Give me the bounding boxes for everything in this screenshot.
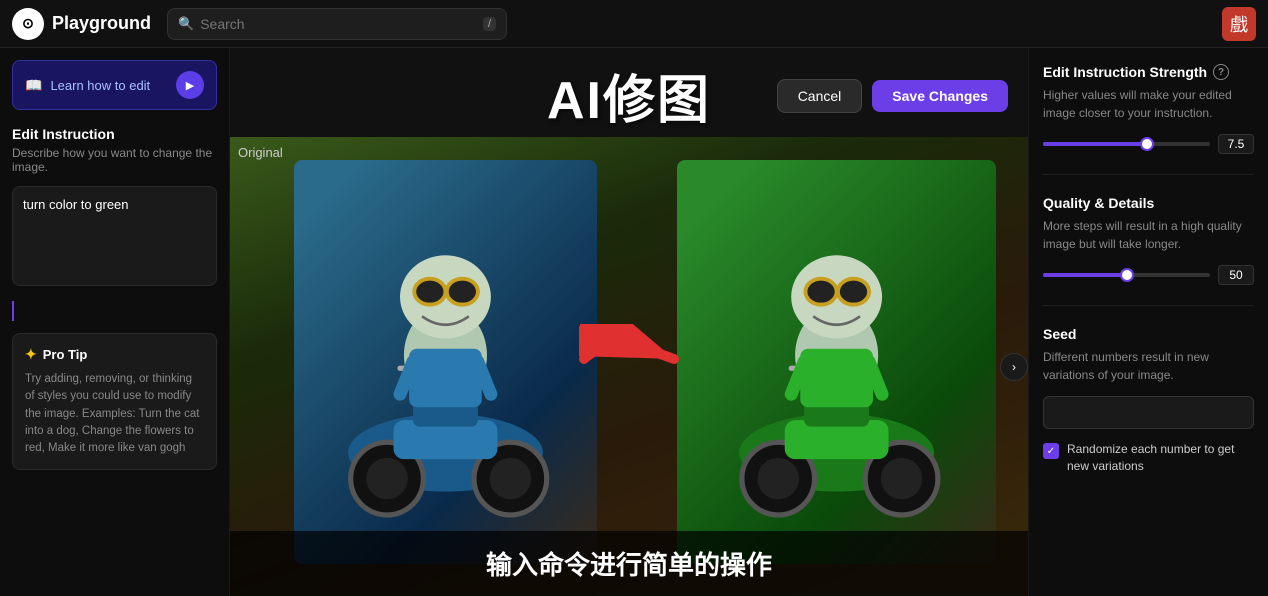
image-container: Original	[230, 137, 1028, 596]
canvas-area: AI修图 Cancel Save Changes Original	[230, 48, 1028, 596]
search-icon: 🔍	[178, 16, 194, 32]
book-icon: 📖	[25, 77, 42, 94]
strength-slider-row: 7.5	[1043, 134, 1254, 154]
canvas-title: AI修图	[547, 58, 711, 133]
play-icon: ▶	[176, 71, 204, 99]
top-navigation: ⊙ Playground 🔍 / 戲	[0, 0, 1268, 48]
divider-2	[1043, 305, 1254, 306]
arrow-overlay	[579, 321, 679, 413]
seed-input[interactable]	[1043, 396, 1254, 429]
seed-title: Seed	[1043, 326, 1254, 342]
pro-tip-text: Try adding, removing, or thinking of sty…	[25, 371, 204, 457]
frog-blue-svg	[309, 180, 582, 544]
strength-desc: Higher values will make your edited imag…	[1043, 86, 1254, 122]
strength-slider-fill	[1043, 142, 1147, 146]
canvas-header: AI修图 Cancel Save Changes	[230, 48, 1028, 137]
cancel-button[interactable]: Cancel	[777, 79, 863, 113]
quality-slider-row: 50	[1043, 265, 1254, 285]
randomize-row: ✓ Randomize each number to get new varia…	[1043, 441, 1254, 475]
quality-slider-thumb[interactable]	[1120, 268, 1134, 282]
randomize-label: Randomize each number to get new variati…	[1067, 441, 1254, 475]
logo: ⊙ Playground	[12, 8, 151, 40]
strength-slider-track[interactable]	[1043, 142, 1210, 146]
bottom-caption: 输入命令进行简单的操作	[230, 531, 1028, 596]
left-image-blue	[294, 160, 597, 564]
right-panel: Edit Instruction Strength ? Higher value…	[1028, 48, 1268, 596]
strength-title: Edit Instruction Strength ?	[1043, 64, 1254, 80]
pro-tip-header: ✦ Pro Tip	[25, 346, 204, 363]
randomize-checkbox[interactable]: ✓	[1043, 443, 1059, 459]
strength-info-icon[interactable]: ?	[1213, 64, 1229, 80]
learn-btn-label: Learn how to edit	[50, 78, 150, 93]
quality-slider-value: 50	[1218, 265, 1254, 285]
strength-slider-thumb[interactable]	[1140, 137, 1154, 151]
search-bar[interactable]: 🔍 /	[167, 8, 507, 40]
avatar: 戲	[1222, 7, 1256, 41]
next-arrow-button[interactable]: ›	[1000, 353, 1028, 381]
quality-slider-fill	[1043, 273, 1127, 277]
edit-instruction-desc: Describe how you want to change the imag…	[12, 146, 217, 174]
seed-section: Seed Different numbers result in new var…	[1043, 326, 1254, 475]
star-icon: ✦	[25, 346, 37, 363]
learn-how-to-edit-button[interactable]: 📖 Learn how to edit ▶	[12, 60, 217, 110]
edit-instruction-section: Edit Instruction Describe how you want t…	[12, 126, 217, 291]
quality-title: Quality & Details	[1043, 195, 1254, 211]
quality-section: Quality & Details More steps will result…	[1043, 195, 1254, 285]
topnav-right: 戲	[1222, 7, 1256, 41]
canvas-buttons: Cancel Save Changes	[777, 79, 1008, 113]
image-canvas: Original	[230, 137, 1028, 596]
edit-instruction-title: Edit Instruction	[12, 126, 217, 142]
cursor-line	[12, 301, 217, 321]
logo-text: Playground	[52, 13, 151, 34]
logo-icon: ⊙	[12, 8, 44, 40]
right-image-green	[677, 160, 996, 564]
save-changes-button[interactable]: Save Changes	[872, 80, 1008, 112]
search-input[interactable]	[200, 16, 477, 32]
left-sidebar: 📖 Learn how to edit ▶ Edit Instruction D…	[0, 48, 230, 596]
seed-desc: Different numbers result in new variatio…	[1043, 348, 1254, 384]
quality-desc: More steps will result in a high quality…	[1043, 217, 1254, 253]
pro-tip-box: ✦ Pro Tip Try adding, removing, or think…	[12, 333, 217, 470]
quality-slider-track[interactable]	[1043, 273, 1210, 277]
frog-green-svg	[693, 180, 980, 544]
main-layout: 📖 Learn how to edit ▶ Edit Instruction D…	[0, 48, 1268, 596]
search-kbd: /	[483, 17, 496, 31]
divider-1	[1043, 174, 1254, 175]
instruction-textarea[interactable]: turn color to green	[12, 186, 217, 286]
pro-tip-title: Pro Tip	[43, 347, 88, 362]
arrow-svg	[579, 324, 679, 394]
strength-slider-value: 7.5	[1218, 134, 1254, 154]
original-label: Original	[238, 145, 283, 160]
strength-section: Edit Instruction Strength ? Higher value…	[1043, 64, 1254, 154]
